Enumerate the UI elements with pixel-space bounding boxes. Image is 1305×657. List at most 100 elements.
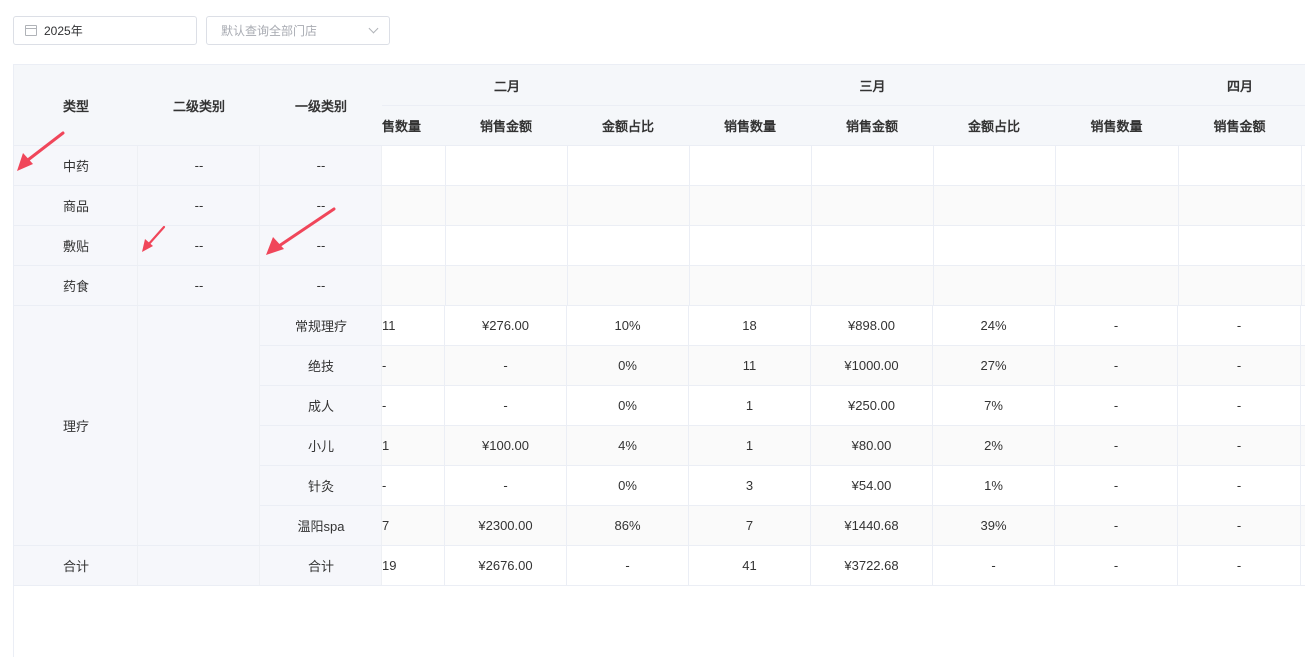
grid-line (445, 146, 446, 306)
cell-total-c8: - (1178, 546, 1301, 586)
year-picker[interactable]: 2025年 (13, 16, 197, 45)
cell-c7: - (1055, 306, 1178, 346)
month-header-mar: 三月 (859, 78, 886, 94)
cell-c7: - (1055, 506, 1178, 546)
store-select[interactable]: 默认查询全部门店 (206, 16, 390, 45)
cell-type: 中药 (14, 146, 138, 186)
cell-level1: -- (260, 186, 382, 226)
cell-c2: ¥100.00 (445, 426, 567, 466)
cell-level1: 温阳spa (260, 506, 382, 546)
cell-c5: ¥1000.00 (811, 346, 933, 386)
grid-line (1301, 146, 1302, 306)
cell-c4: 7 (689, 506, 811, 546)
cell-level2: -- (138, 186, 260, 226)
cell-c8: - (1178, 426, 1301, 466)
year-value: 2025年 (44, 24, 83, 38)
cell-c5: ¥898.00 (811, 306, 933, 346)
row-bg (382, 226, 1305, 266)
subheader-amount-mar: 销售金额 (845, 118, 898, 134)
grid-line (689, 146, 690, 306)
cell-level1: -- (260, 266, 382, 306)
cell-level1: 常规理疗 (260, 306, 382, 346)
calendar-icon (25, 25, 37, 36)
subheader-amount-apr: 销售金额 (1213, 118, 1266, 134)
cell-c4: 11 (689, 346, 811, 386)
cell-c3: 10% (567, 306, 689, 346)
cell-type: 药食 (14, 266, 138, 306)
cell-total-c4: 41 (689, 546, 811, 586)
cell-c6: 39% (933, 506, 1055, 546)
cell-total-level2 (138, 546, 260, 586)
subheader-qty-mar: 销售数量 (723, 118, 776, 134)
cell-c3: 4% (567, 426, 689, 466)
cell-c7: - (1055, 386, 1178, 426)
cell-level1: -- (260, 146, 382, 186)
cell-total-level1: 合计 (260, 546, 382, 586)
cell-c8: - (1178, 306, 1301, 346)
cell-c2: - (445, 346, 567, 386)
cell-total-c7: - (1055, 546, 1178, 586)
grid-line (1178, 146, 1179, 306)
cell-c3: 0% (567, 386, 689, 426)
subheader-qty-feb: 售数量 (382, 118, 422, 134)
cell-c3: 0% (567, 466, 689, 506)
header-level1: 一级类别 (294, 98, 347, 114)
cell-c2: ¥2300.00 (445, 506, 567, 546)
cell-level2: -- (138, 266, 260, 306)
cell-c6: 7% (933, 386, 1055, 426)
header-type: 类型 (62, 98, 89, 114)
cell-total-c6: - (933, 546, 1055, 586)
grid-line (811, 146, 812, 306)
cell-c6: 2% (933, 426, 1055, 466)
cell-c1: - (382, 466, 445, 506)
cell-c3: 0% (567, 346, 689, 386)
cell-level1: 绝技 (260, 346, 382, 386)
subheader-ratio-feb: 金额占比 (601, 118, 654, 134)
grid-line (567, 146, 568, 306)
row-bg (382, 266, 1305, 306)
cell-c5: ¥80.00 (811, 426, 933, 466)
store-select-placeholder: 默认查询全部门店 (221, 24, 318, 38)
cell-c5: ¥250.00 (811, 386, 933, 426)
cell-c2: - (445, 386, 567, 426)
cell-level1: -- (260, 226, 382, 266)
subheader-qty-apr: 销售数量 (1090, 118, 1143, 134)
grid-line (933, 146, 934, 306)
cell-c5: ¥1440.68 (811, 506, 933, 546)
cell-total-type: 合计 (14, 546, 138, 586)
cell-type-merged: 理疗 (14, 306, 138, 546)
cell-c5: ¥54.00 (811, 466, 933, 506)
subheader-ratio-mar: 金额占比 (967, 118, 1020, 134)
cell-c1: - (382, 346, 445, 386)
row-bg (382, 146, 1305, 186)
cell-level2: -- (138, 146, 260, 186)
cell-c7: - (1055, 346, 1178, 386)
month-header-feb: 二月 (493, 78, 520, 94)
cell-c4: 1 (689, 386, 811, 426)
cell-c8: - (1178, 506, 1301, 546)
cell-total-c2: ¥2676.00 (445, 546, 567, 586)
cell-c4: 18 (689, 306, 811, 346)
month-header-apr: 四月 (1226, 78, 1253, 94)
cell-c8: - (1178, 466, 1301, 506)
cell-c7: - (1055, 426, 1178, 466)
chevron-down-icon (368, 23, 379, 34)
cell-c8: - (1178, 346, 1301, 386)
cell-c1: - (382, 386, 445, 426)
cell-c6: 1% (933, 466, 1055, 506)
header-level2: 二级类别 (172, 98, 225, 114)
cell-c6: 24% (933, 306, 1055, 346)
row-bg (382, 186, 1305, 226)
cell-c7: - (1055, 466, 1178, 506)
cell-c3: 86% (567, 506, 689, 546)
cell-c4: 3 (689, 466, 811, 506)
cell-level1: 成人 (260, 386, 382, 426)
cell-c2: - (445, 466, 567, 506)
cell-c4: 1 (689, 426, 811, 466)
subheader-amount-feb: 销售金额 (479, 118, 532, 134)
cell-level2-merged (138, 306, 260, 546)
cell-c1: 1 (382, 426, 445, 466)
cell-total-c3: - (567, 546, 689, 586)
cell-level1: 针灸 (260, 466, 382, 506)
cell-level1: 小儿 (260, 426, 382, 466)
